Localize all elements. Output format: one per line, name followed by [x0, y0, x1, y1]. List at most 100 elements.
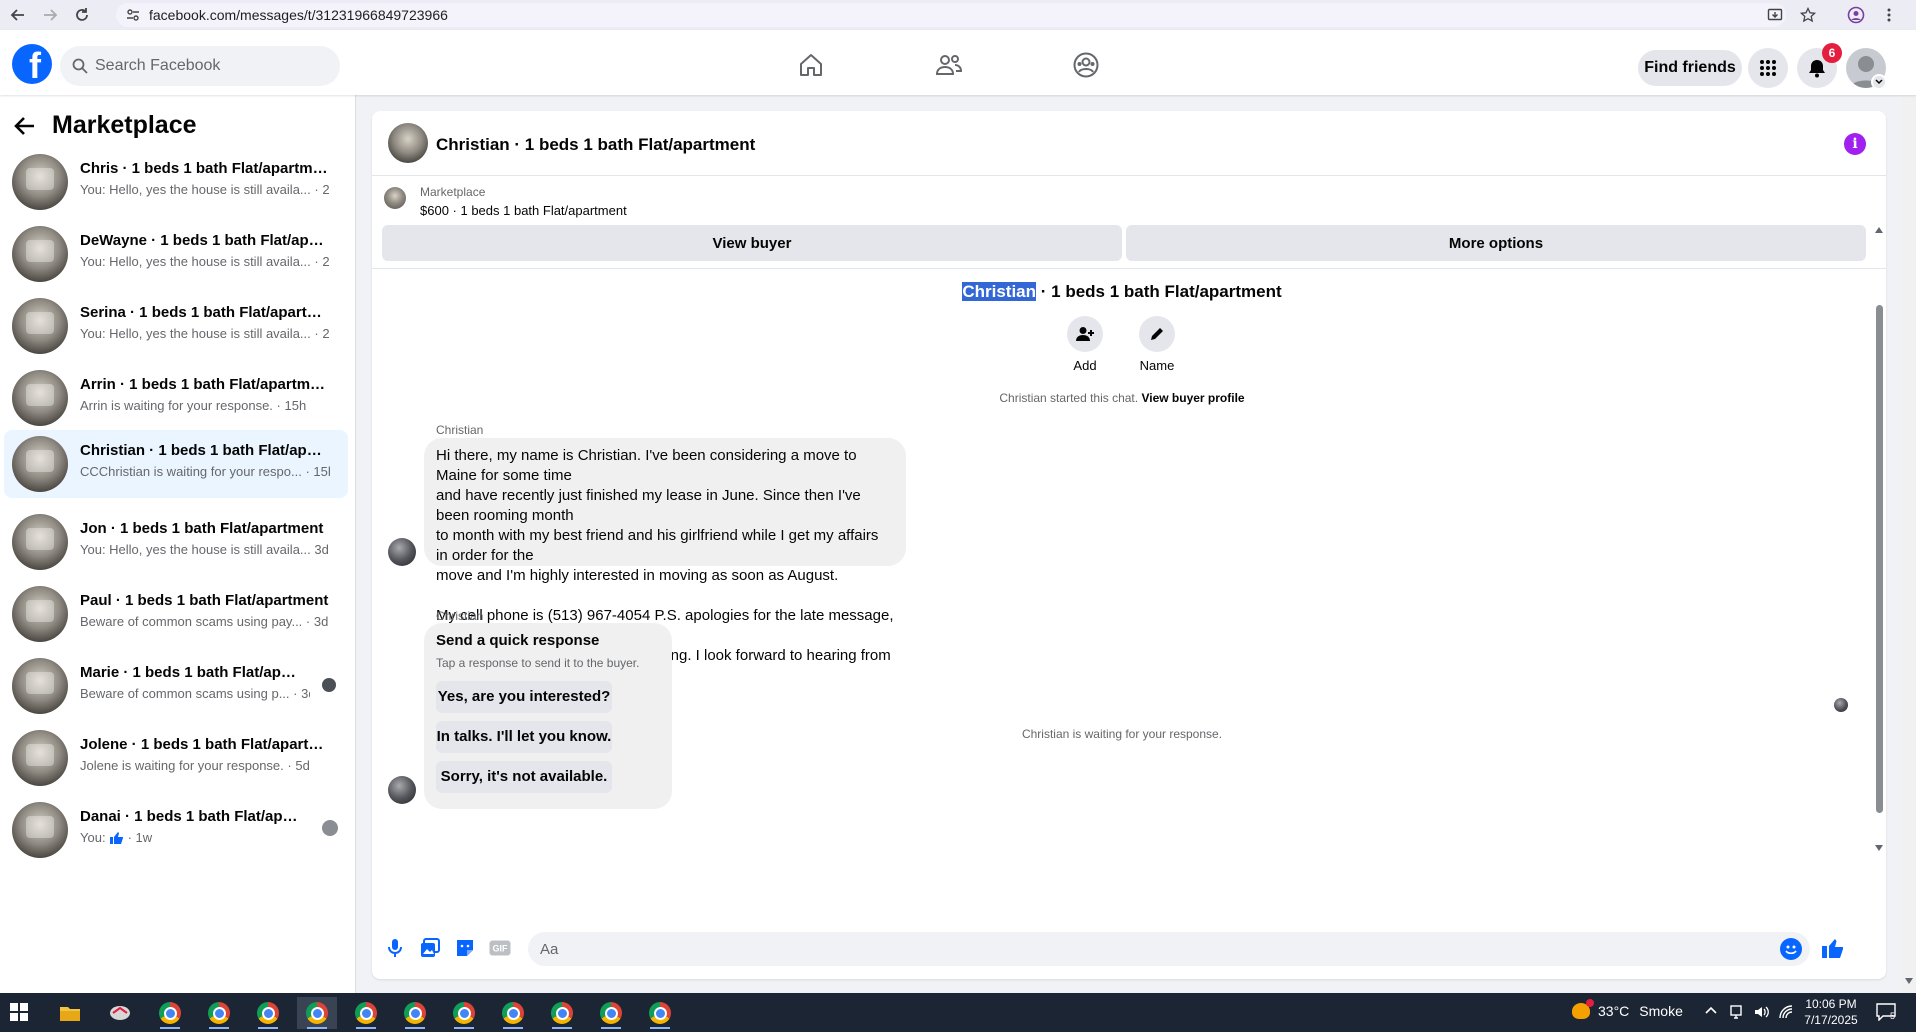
- conversation-item-selected[interactable]: Christian · 1 beds 1 bath Flat/apart... …: [4, 430, 348, 498]
- search-input[interactable]: [95, 57, 315, 75]
- sticker-icon[interactable]: [454, 937, 476, 959]
- pencil-icon[interactable]: [1139, 316, 1175, 352]
- network-icon[interactable]: [1779, 1005, 1793, 1019]
- conversation-item[interactable]: Danai · 1 beds 1 bath Flat/apart... You:…: [4, 798, 348, 862]
- conversation-item[interactable]: Marie · 1 beds 1 bath Flat/apart... Bewa…: [4, 654, 348, 718]
- quick-response-button[interactable]: Yes, are you interested?: [436, 681, 612, 713]
- windows-taskbar: 33°C Smoke 10:06 PM 7/17/2025 5: [0, 993, 1916, 1032]
- listing-avatar: [12, 658, 68, 714]
- notification-center-icon[interactable]: 5: [1876, 1003, 1896, 1021]
- conversation-item[interactable]: Jon · 1 beds 1 bath Flat/apartment You: …: [4, 510, 348, 574]
- microphone-icon[interactable]: [384, 937, 406, 959]
- file-explorer-icon[interactable]: [50, 997, 90, 1029]
- groups-icon[interactable]: [1068, 50, 1104, 80]
- chrome-taskbar-icon-active[interactable]: [297, 997, 337, 1029]
- gif-icon[interactable]: GIF: [488, 937, 512, 959]
- quick-response-subtitle: Tap a response to send it to the buyer.: [436, 656, 640, 670]
- site-info-icon[interactable]: [126, 8, 140, 22]
- device-icon[interactable]: [1729, 1005, 1743, 1019]
- scroll-thumb[interactable]: [1876, 305, 1883, 813]
- intro-name: Christian: [962, 282, 1037, 301]
- thread-scrollbar[interactable]: [1872, 225, 1886, 861]
- name-action[interactable]: Name: [1127, 316, 1187, 373]
- friends-icon[interactable]: [931, 50, 967, 80]
- photo-icon[interactable]: [419, 937, 441, 959]
- chrome-taskbar-icon[interactable]: [444, 997, 484, 1029]
- message-line: Hi there, my name is Christian. I've bee…: [436, 447, 857, 484]
- conversation-time: · 3d: [293, 686, 310, 701]
- install-app-icon[interactable]: [1762, 3, 1788, 27]
- listing-thumbnail[interactable]: [384, 187, 406, 209]
- chrome-taskbar-icon[interactable]: [199, 997, 239, 1029]
- message-input[interactable]: [540, 940, 1740, 958]
- preview-text: Beware of common scams using pay...: [80, 614, 303, 629]
- quick-response-button[interactable]: Sorry, it's not available.: [436, 761, 612, 793]
- chrome-taskbar-icon[interactable]: [640, 997, 680, 1029]
- browser-profile-icon[interactable]: [1843, 3, 1869, 27]
- name-label: Name: [1139, 358, 1175, 373]
- home-icon[interactable]: [793, 50, 829, 80]
- info-icon[interactable]: i: [1844, 133, 1866, 155]
- back-icon[interactable]: [4, 1, 32, 29]
- chrome-taskbar-icon[interactable]: [150, 997, 190, 1029]
- sender-avatar[interactable]: [388, 538, 416, 566]
- chrome-taskbar-icon[interactable]: [591, 997, 631, 1029]
- chrome-icon: [600, 1002, 622, 1024]
- reload-icon[interactable]: [68, 1, 96, 29]
- bookmark-star-icon[interactable]: [1795, 3, 1821, 27]
- find-friends-button[interactable]: Find friends: [1638, 50, 1742, 86]
- conversation-preview: You: Hello, yes the house is still avail…: [80, 182, 330, 197]
- message-input-box[interactable]: [528, 932, 1810, 966]
- chrome-taskbar-icon[interactable]: [493, 997, 533, 1029]
- message-bubble[interactable]: Hi there, my name is Christian. I've bee…: [424, 438, 906, 684]
- add-action[interactable]: Add: [1055, 316, 1115, 373]
- like-thumbs-up-icon[interactable]: [1820, 935, 1846, 961]
- page-scrollbar[interactable]: [1902, 30, 1916, 993]
- conversation-preview: CCChristian is waiting for your respo...…: [80, 464, 330, 479]
- scroll-down-arrow[interactable]: [1875, 845, 1883, 851]
- chat-listing-avatar[interactable]: [388, 123, 428, 163]
- conversation-preview: You: Hello, yes the house is still avail…: [80, 542, 330, 557]
- scroll-up-arrow[interactable]: [1875, 227, 1883, 233]
- browser-menu-icon[interactable]: [1876, 3, 1902, 27]
- sender-avatar[interactable]: [388, 776, 416, 804]
- chrome-taskbar-icon[interactable]: [346, 997, 386, 1029]
- weather-condition: Smoke: [1639, 1003, 1683, 1019]
- conversation-preview: Jolene is waiting for your response. · 5…: [80, 758, 330, 773]
- conversation-time: · 5d: [287, 758, 310, 773]
- conversation-time: · 15h: [276, 398, 307, 413]
- page-scroll-down-arrow[interactable]: [1905, 978, 1913, 984]
- conversation-item[interactable]: DeWayne · 1 beds 1 bath Flat/apart... Yo…: [4, 222, 348, 286]
- search-box[interactable]: [60, 46, 340, 86]
- chevron-down-icon[interactable]: [1871, 74, 1887, 90]
- view-buyer-profile-link[interactable]: View buyer profile: [1141, 391, 1244, 405]
- back-arrow-icon[interactable]: [14, 116, 36, 136]
- chat-title[interactable]: Christian · 1 beds 1 bath Flat/apartment: [436, 135, 755, 155]
- weather-widget[interactable]: 33°C Smoke: [1572, 999, 1683, 1019]
- add-person-icon[interactable]: [1067, 316, 1103, 352]
- chrome-taskbar-icon[interactable]: [248, 997, 288, 1029]
- volume-icon[interactable]: [1754, 1005, 1770, 1019]
- chrome-taskbar-icon[interactable]: [542, 997, 582, 1029]
- conversation-item[interactable]: Arrin · 1 beds 1 bath Flat/apartment Arr…: [4, 366, 348, 430]
- conversation-item[interactable]: Serina · 1 beds 1 bath Flat/apartme... Y…: [4, 294, 348, 358]
- forward-icon[interactable]: [36, 1, 64, 29]
- facebook-logo[interactable]: f: [12, 44, 52, 84]
- system-clock[interactable]: 10:06 PM 7/17/2025: [1800, 996, 1862, 1028]
- listing-price[interactable]: $600 · 1 beds 1 bath Flat/apartment: [420, 203, 627, 218]
- view-buyer-button[interactable]: View buyer: [382, 225, 1122, 261]
- conversation-item[interactable]: Paul · 1 beds 1 bath Flat/apartment Bewa…: [4, 582, 348, 646]
- conversation-item[interactable]: Chris · 1 beds 1 bath Flat/apartment You…: [4, 150, 348, 214]
- conversation-item[interactable]: Jolene · 1 beds 1 bath Flat/apartme... J…: [4, 726, 348, 790]
- address-bar[interactable]: facebook.com/messages/t/3123196684972396…: [116, 3, 1786, 27]
- windows-start-icon[interactable]: [10, 1003, 28, 1021]
- more-options-button[interactable]: More options: [1126, 225, 1866, 261]
- chevron-up-icon[interactable]: [1705, 1005, 1717, 1015]
- chrome-taskbar-icon[interactable]: [395, 997, 435, 1029]
- emoji-icon[interactable]: [1780, 938, 1802, 960]
- menu-grid-icon[interactable]: [1748, 48, 1788, 88]
- preview-text: You: Hello, yes the house is still avail…: [80, 254, 311, 269]
- notification-count-badge: 6: [1822, 43, 1842, 63]
- app-icon[interactable]: [100, 997, 140, 1029]
- conversation-preview: You: Hello, yes the house is still avail…: [80, 254, 330, 269]
